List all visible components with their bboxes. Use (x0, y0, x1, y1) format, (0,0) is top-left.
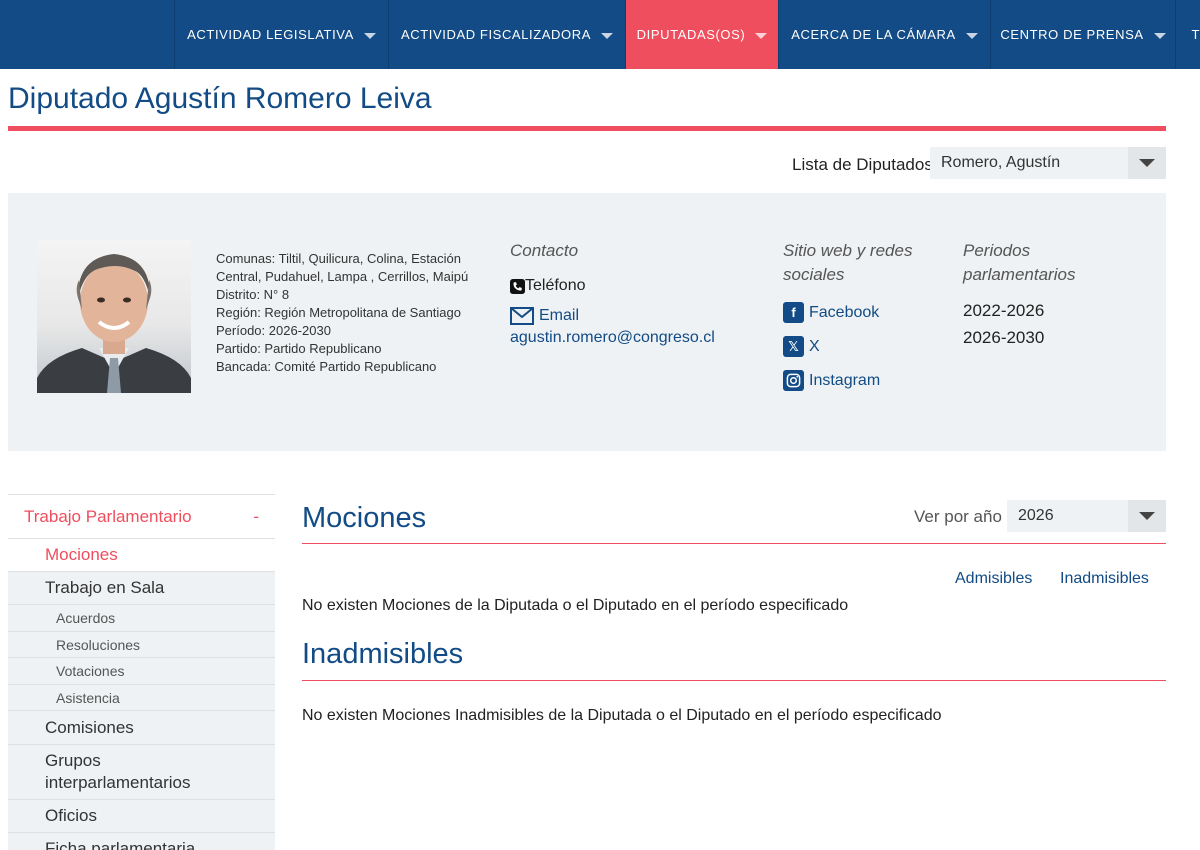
sidebar-item-acuerdos[interactable]: Acuerdos (8, 605, 275, 632)
sidebar-item-asistencia[interactable]: Asistencia (8, 685, 275, 711)
phone-label: Teléfono (525, 277, 586, 294)
select-value: 2026 (1018, 507, 1054, 524)
sidebar-item-mociones[interactable]: Mociones (8, 539, 275, 572)
mociones-divider (302, 543, 1166, 544)
sidebar-item-votaciones[interactable]: Votaciones (8, 658, 275, 685)
ver-por-ano-label: Ver por año (914, 507, 1002, 526)
instagram-glyph (786, 373, 801, 388)
phone-link[interactable]: Teléfono (510, 277, 586, 295)
profile-photo (37, 240, 191, 393)
lista-diputados-label: Lista de Diputados (792, 155, 933, 174)
x-link[interactable]: 𝕏 X (783, 336, 820, 357)
phone-icon (510, 278, 525, 294)
select-arrow (1128, 500, 1166, 532)
info-region: Región: Región Metropolitana de Santiago (216, 305, 462, 320)
nav-actividad-legislativa[interactable]: ACTIVIDAD LEGISLATIVA (174, 0, 388, 69)
sidebar-item-resoluciones[interactable]: Resoluciones (8, 632, 275, 658)
sidebar-item-grupos-interparlamentarios[interactable]: Grupos interparlamentarios (8, 745, 275, 800)
facebook-label: Facebook (809, 303, 880, 321)
nav-label: ACERCA DE LA CÁMARA (791, 27, 956, 42)
inadmisibles-empty-message: No existen Mociones Inadmisibles de la D… (302, 707, 942, 724)
info-partido: Partido: Partido Republicano (216, 341, 382, 356)
social-heading: Sitio web y redes sociales (783, 241, 913, 284)
lista-diputados-select[interactable]: Romero, Agustín (930, 147, 1166, 179)
year-select[interactable]: 2026 (1007, 500, 1166, 532)
title-divider (8, 126, 1166, 131)
nav-acerca-de-la-camara[interactable]: ACERCA DE LA CÁMARA (778, 0, 990, 69)
nav-label: CENTRO DE PRENSA (1000, 27, 1144, 42)
sidebar-item-oficios[interactable]: Oficios (8, 800, 275, 833)
caret-down-icon (965, 32, 978, 39)
nav-overflow-item[interactable]: T (1175, 0, 1200, 69)
sidebar-section-label: Trabajo Parlamentario (24, 506, 192, 526)
nav-diputados[interactable]: DIPUTADAS(OS) (625, 0, 778, 69)
tab-inadmisibles[interactable]: Inadmisibles (1060, 570, 1149, 588)
chevron-down-icon (1139, 512, 1155, 520)
caret-down-icon (755, 32, 768, 39)
info-periodo: Período: 2026-2030 (216, 323, 331, 338)
envelope-icon (510, 307, 534, 325)
nav-label: T (1191, 27, 1200, 42)
sidebar-menu: Trabajo Parlamentario - Mociones Trabajo… (8, 494, 275, 850)
period-item[interactable]: 2026-2030 (963, 328, 1044, 348)
nav-actividad-fiscalizadora[interactable]: ACTIVIDAD FISCALIZADORA (388, 0, 625, 69)
page-title: Diputado Agustín Romero Leiva (8, 82, 432, 115)
nav-label: DIPUTADAS(OS) (636, 27, 746, 42)
email-address-link[interactable]: agustin.romero@congreso.cl (510, 329, 715, 347)
instagram-link[interactable]: Instagram (783, 370, 880, 391)
periods-heading: Periodos parlamentarios (963, 241, 1076, 284)
collapse-icon: - (253, 506, 259, 526)
facebook-icon: f (783, 302, 804, 323)
person-portrait-icon (37, 254, 191, 393)
sidebar-item-comisiones[interactable]: Comisiones (8, 711, 275, 745)
profile-panel: Comunas: Tiltil, Quilicura, Colina, Esta… (8, 193, 1166, 451)
period-item[interactable]: 2022-2026 (963, 301, 1044, 321)
nav-label: ACTIVIDAD FISCALIZADORA (400, 27, 592, 42)
sidebar-section-trabajo-parlamentario[interactable]: Trabajo Parlamentario - (8, 495, 275, 539)
caret-down-icon (363, 32, 376, 39)
inadmisibles-divider (302, 680, 1166, 681)
instagram-icon (783, 370, 804, 391)
email-link[interactable]: Email (510, 307, 579, 325)
email-label: Email (539, 307, 580, 324)
sidebar-item-trabajo-en-sala[interactable]: Trabajo en Sala (8, 572, 275, 605)
select-arrow (1128, 147, 1166, 179)
mociones-heading: Mociones (302, 502, 427, 534)
caret-down-icon (601, 32, 614, 39)
top-navigation: ACTIVIDAD LEGISLATIVA ACTIVIDAD FISCALIZ… (0, 0, 1200, 69)
deputy-info: Comunas: Tiltil, Quilicura, Colina, Esta… (216, 250, 486, 376)
select-value: Romero, Agustín (941, 154, 1061, 171)
inadmisibles-heading: Inadmisibles (302, 638, 464, 670)
chevron-down-icon (1139, 159, 1155, 167)
nav-centro-de-prensa[interactable]: CENTRO DE PRENSA (990, 0, 1175, 69)
x-logo-icon: 𝕏 (783, 336, 804, 357)
nav-logo-area (0, 0, 174, 69)
tab-admisibles[interactable]: Admisibles (955, 570, 1032, 588)
facebook-link[interactable]: f Facebook (783, 302, 879, 323)
sidebar-item-ficha-parlamentaria[interactable]: Ficha parlamentaria (8, 833, 275, 850)
caret-down-icon (1153, 32, 1166, 39)
x-label: X (809, 337, 820, 355)
contact-heading: Contacto (510, 241, 579, 260)
info-distrito: Distrito: N° 8 (216, 287, 290, 302)
info-bancada: Bancada: Comité Partido Republicano (216, 359, 437, 374)
instagram-label: Instagram (809, 371, 881, 389)
info-comunas: Comunas: Tiltil, Quilicura, Colina, Esta… (216, 251, 469, 284)
nav-label: ACTIVIDAD LEGISLATIVA (187, 27, 354, 42)
mociones-empty-message: No existen Mociones de la Diputada o el … (302, 597, 849, 614)
